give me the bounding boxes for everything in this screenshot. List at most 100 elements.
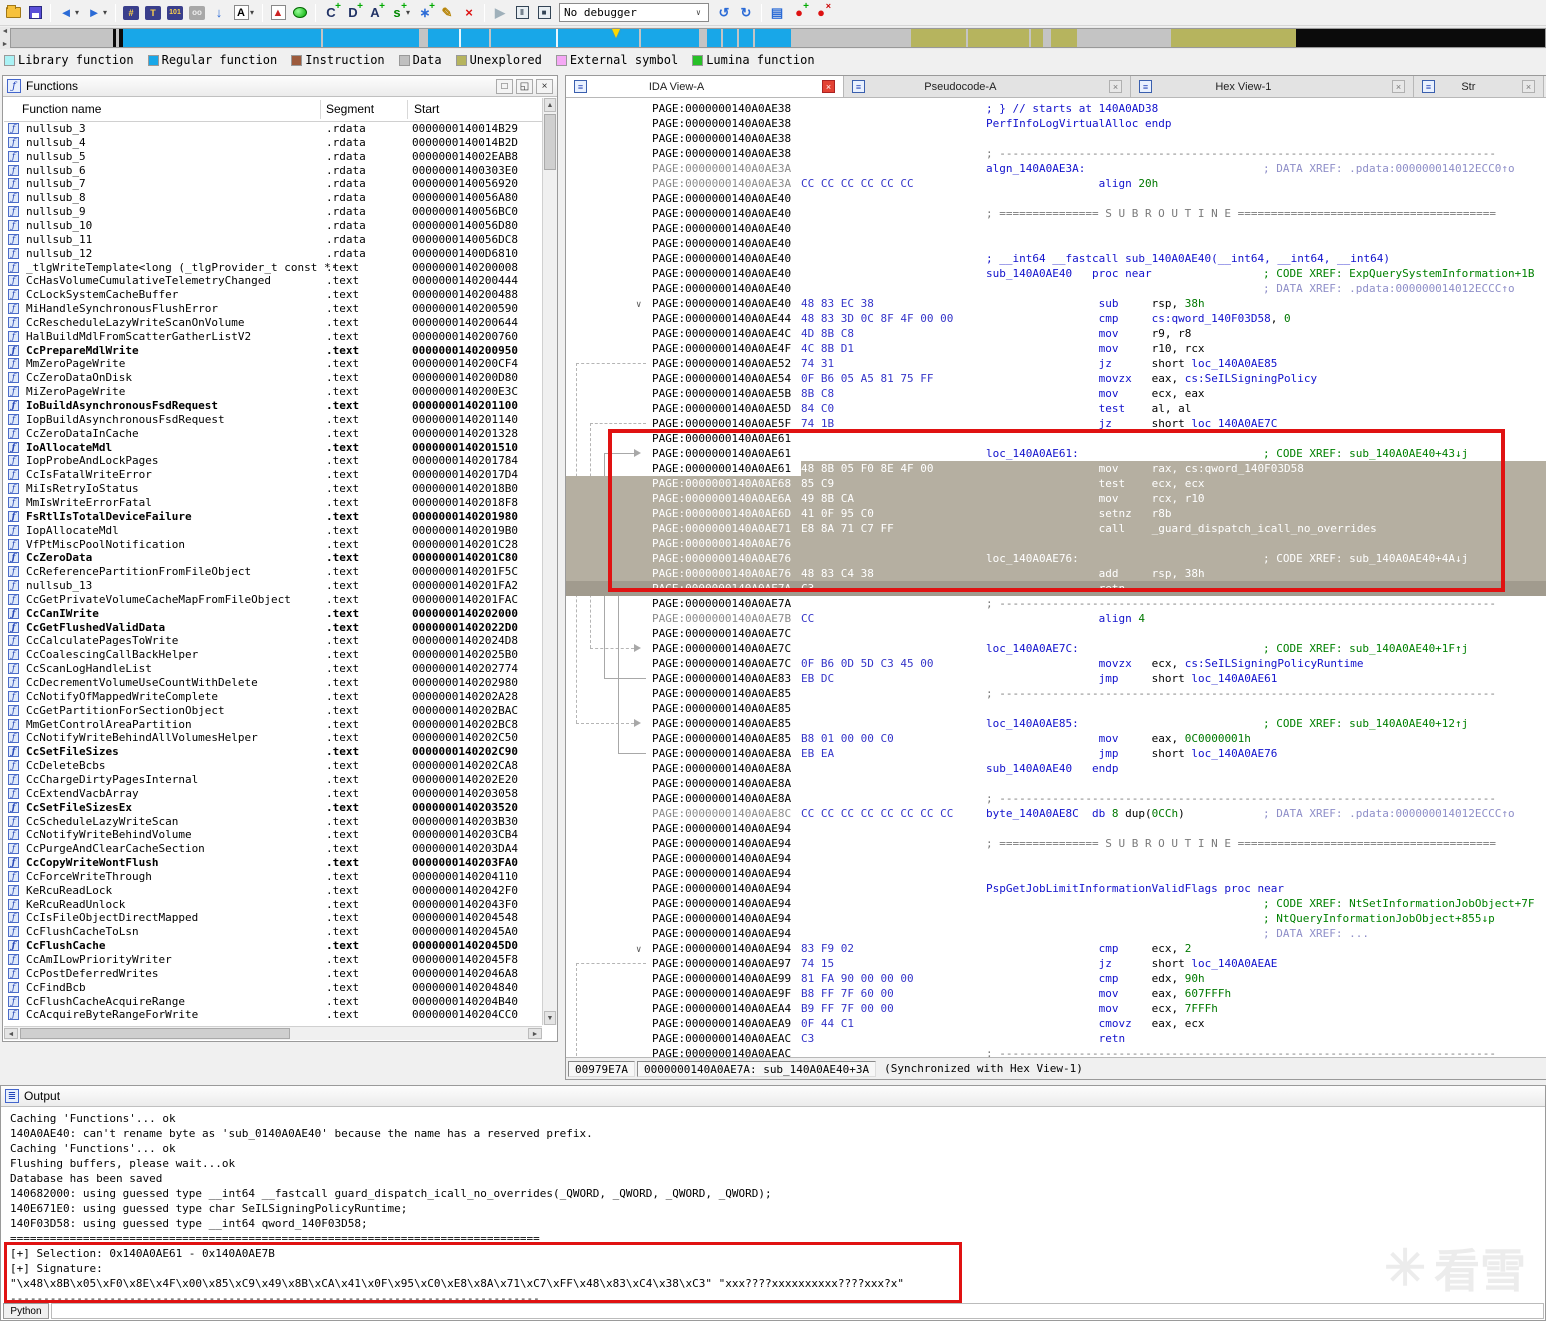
disasm-line[interactable]: PAGE:0000000140A0AE40 ; =============== S… — [566, 206, 1546, 221]
jump-text-icon[interactable]: T — [143, 3, 163, 23]
disasm-line[interactable]: PAGE:0000000140A0AE5B 8B C8 mov ecx, eax — [566, 386, 1546, 401]
function-name[interactable]: CcSetFileSizesEx — [26, 801, 132, 814]
navband-colorbar[interactable] — [10, 28, 1546, 48]
function-name[interactable]: nullsub_9 — [26, 205, 86, 218]
function-name[interactable]: CcGetPrivateVolumeCacheMapFromFileObject — [26, 593, 291, 606]
function-name[interactable]: KeRcuReadUnlock — [26, 898, 125, 911]
function-name[interactable]: CcFlushCache — [26, 939, 105, 952]
disasm-line[interactable]: PAGE:0000000140A0AEAC ; -----------------… — [566, 1046, 1546, 1057]
disasm-line[interactable]: PAGE:0000000140A0AE38 ; } // starts at 14… — [566, 101, 1546, 116]
disasm-line[interactable]: PAGE:0000000140A0AE94 ; NtQueryInformatio… — [566, 911, 1546, 926]
debugger-selector[interactable]: No debugger ∨ — [559, 3, 709, 22]
collapse-chevron-icon[interactable]: ∨ — [636, 300, 641, 310]
python-cli-button[interactable]: Python — [3, 1303, 49, 1319]
disasm-line[interactable]: PAGE:0000000140A0AE7A C3 retn — [566, 581, 1546, 596]
function-name[interactable]: CcFlushCacheAcquireRange — [26, 995, 185, 1008]
jump-down-icon[interactable]: ↓ — [209, 3, 229, 23]
disasm-line[interactable]: PAGE:0000000140A0AE61 loc_140A0AE61: ; COD… — [566, 446, 1546, 461]
function-name[interactable]: CcChargeDirtyPagesInternal — [26, 773, 198, 786]
chevron-down-icon[interactable]: ▾ — [406, 8, 414, 17]
function-row[interactable]: ƒ nullsub_9 .rdata 0000000140056BC0 — [4, 205, 542, 219]
function-row[interactable]: ƒ nullsub_8 .rdata 0000000140056A80 — [4, 191, 542, 205]
function-name[interactable]: CcForceWriteThrough — [26, 870, 152, 883]
disasm-line[interactable]: PAGE:0000000140A0AE61 48 8B 05 F0 8E 4F 0… — [566, 461, 1546, 476]
function-name[interactable]: CcPostDeferredWrites — [26, 967, 158, 980]
save-icon[interactable] — [25, 3, 45, 23]
function-row[interactable]: ƒ CcDecrementVolumeUseCountWithDelete .tex… — [4, 676, 542, 690]
function-name[interactable]: CcExtendVacbArray — [26, 787, 139, 800]
python-cli-input[interactable] — [51, 1303, 1544, 1319]
ida-view-content[interactable]: PAGE:0000000140A0AE38 ; } // starts at 14… — [566, 98, 1546, 1057]
disasm-line[interactable]: PAGE:0000000140A0AE94 — [566, 866, 1546, 881]
function-row[interactable]: ƒ CcCopyWriteWontFlush .text 0000000140203F… — [4, 856, 542, 870]
disasm-line[interactable]: PAGE:0000000140A0AE54 0F B6 05 A5 81 75 F… — [566, 371, 1546, 386]
disasm-line[interactable]: PAGE:0000000140A0AE38 PerfInfoLogVirtualA… — [566, 116, 1546, 131]
open-file-icon[interactable] — [3, 3, 23, 23]
function-row[interactable]: ƒ nullsub_7 .rdata 0000000140056920 — [4, 177, 542, 191]
function-name[interactable]: CcZeroData — [26, 551, 92, 564]
function-name[interactable]: CcIsFatalWriteError — [26, 468, 152, 481]
functions-titlebar[interactable]: ƒ Functions □ ◱ × — [3, 76, 557, 97]
hscroll-thumb[interactable] — [20, 1028, 290, 1039]
function-row[interactable]: ƒ CcPurgeAndClearCacheSection .text 0000000… — [4, 842, 542, 856]
tab-ida-view-a[interactable]: ≡ IDA View-A × — [566, 76, 844, 97]
function-name[interactable]: CcHasVolumeCumulativeTelemetryChanged — [26, 274, 271, 287]
disasm-line[interactable]: PAGE:0000000140A0AE4F 4C 8B D1 mov r10, r… — [566, 341, 1546, 356]
navband-up-icon[interactable]: ◄ — [2, 28, 9, 35]
functions-list-header[interactable]: Function name Segment Start — [4, 98, 542, 122]
disasm-line[interactable]: PAGE:0000000140A0AE94 ; CODE XREF: NtSetI… — [566, 896, 1546, 911]
function-row[interactable]: ƒ CcZeroDataOnDisk .text 0000000140200D80 — [4, 371, 542, 385]
close-button[interactable]: × — [536, 78, 553, 94]
disasm-line[interactable]: PAGE:0000000140A0AE76 48 83 C4 38 add rsp… — [566, 566, 1546, 581]
function-name[interactable]: nullsub_3 — [26, 122, 86, 135]
function-name[interactable]: IopBuildAsynchronousFsdRequest — [26, 413, 225, 426]
function-row[interactable]: ƒ CcZeroData .text 0000000140201C80 — [4, 551, 542, 565]
make-string-icon[interactable]: s + — [387, 1, 407, 23]
function-name[interactable]: CcSetFileSizes — [26, 745, 119, 758]
tab-pseudocode-a[interactable]: ≡ Pseudocode-A × — [844, 76, 1131, 97]
function-name[interactable]: CcRescheduleLazyWriteScanOnVolume — [26, 316, 245, 329]
function-name[interactable]: CcReferencePartitionFromFileObject — [26, 565, 251, 578]
function-name[interactable]: CcFlushCacheToLsn — [26, 925, 139, 938]
function-name[interactable]: HalBuildMdlFromScatterGatherListV2 — [26, 330, 251, 343]
function-name[interactable]: _tlgWriteTemplate<long (_tlgProvider_t c… — [26, 261, 351, 274]
function-row[interactable]: ƒ CcFlushCache .text 00000001402045D0 — [4, 939, 542, 953]
disasm-line[interactable]: PAGE:0000000140A0AEA4 B9 FF 7F 00 00 mov … — [566, 1001, 1546, 1016]
function-row[interactable]: ƒ nullsub_12 .rdata 00000001400D6810 — [4, 247, 542, 261]
step-into-icon[interactable]: ↺ — [714, 3, 734, 23]
disasm-line[interactable]: PAGE:0000000140A0AEA9 0F 44 C1 cmovz eax,… — [566, 1016, 1546, 1031]
function-row[interactable]: ƒ CcScheduleLazyWriteScan .text 00000001402… — [4, 815, 542, 829]
function-row[interactable]: ƒ CcSetFileSizes .text 0000000140202C90 — [4, 745, 542, 759]
function-row[interactable]: ƒ IopProbeAndLockPages .text 00000001402017… — [4, 454, 542, 468]
chevron-down-icon[interactable]: ▾ — [103, 8, 111, 17]
function-row[interactable]: ƒ CcCalculatePagesToWrite .text 00000001402… — [4, 634, 542, 648]
tab-close-icon[interactable]: × — [821, 80, 835, 93]
disasm-line[interactable]: PAGE:0000000140A0AE94 — [566, 851, 1546, 866]
function-row[interactable]: ƒ CcChargeDirtyPagesInternal .text 00000001… — [4, 773, 542, 787]
function-name[interactable]: IopAllocateMdl — [26, 524, 119, 537]
disasm-line[interactable]: PAGE:0000000140A0AE9F B8 FF 7F 60 00 mov … — [566, 986, 1546, 1001]
function-row[interactable]: ƒ nullsub_10 .rdata 0000000140056D80 — [4, 219, 542, 233]
disasm-line[interactable]: ∨ PAGE:0000000140A0AE94 83 F9 02 cmp ecx, … — [566, 941, 1546, 956]
disasm-line[interactable]: PAGE:0000000140A0AE3A CC CC CC CC CC CC a… — [566, 176, 1546, 191]
function-name[interactable]: VfPtMiscPoolNotification — [26, 538, 185, 551]
make-struct-icon[interactable]: ∗ + — [415, 1, 435, 23]
search-again-icon[interactable]: oo — [187, 3, 207, 23]
function-row[interactable]: ƒ CcGetPartitionForSectionObject .text 0000… — [4, 704, 542, 718]
disasm-line[interactable]: PAGE:0000000140A0AE40 ; DATA XREF: .pdata… — [566, 281, 1546, 296]
function-name[interactable]: MiHandleSynchronousFlushError — [26, 302, 218, 315]
function-row[interactable]: ƒ nullsub_5 .rdata 000000014002EAB8 — [4, 150, 542, 164]
column-function-name[interactable]: Function name — [22, 102, 101, 116]
disasm-line[interactable]: PAGE:0000000140A0AE71 E8 8A 71 C7 FF call… — [566, 521, 1546, 536]
function-name[interactable]: nullsub_5 — [26, 150, 86, 163]
scroll-right-icon[interactable]: ► — [528, 1028, 542, 1039]
tab-close-icon[interactable]: × — [1108, 80, 1122, 93]
function-name[interactable]: CcCalculatePagesToWrite — [26, 634, 178, 647]
function-name[interactable]: CcLockSystemCacheBuffer — [26, 288, 178, 301]
breakpoint-delete-icon[interactable]: ● × — [811, 1, 831, 23]
functions-hscrollbar[interactable]: ◄ ► — [4, 1026, 542, 1040]
function-row[interactable]: ƒ CcIsFatalWriteError .text 00000001402017D… — [4, 468, 542, 482]
function-row[interactable]: ƒ CcPostDeferredWrites .text 00000001402046… — [4, 967, 542, 981]
function-name[interactable]: CcNotifyWriteBehindAllVolumesHelper — [26, 731, 258, 744]
function-name[interactable]: nullsub_4 — [26, 136, 86, 149]
